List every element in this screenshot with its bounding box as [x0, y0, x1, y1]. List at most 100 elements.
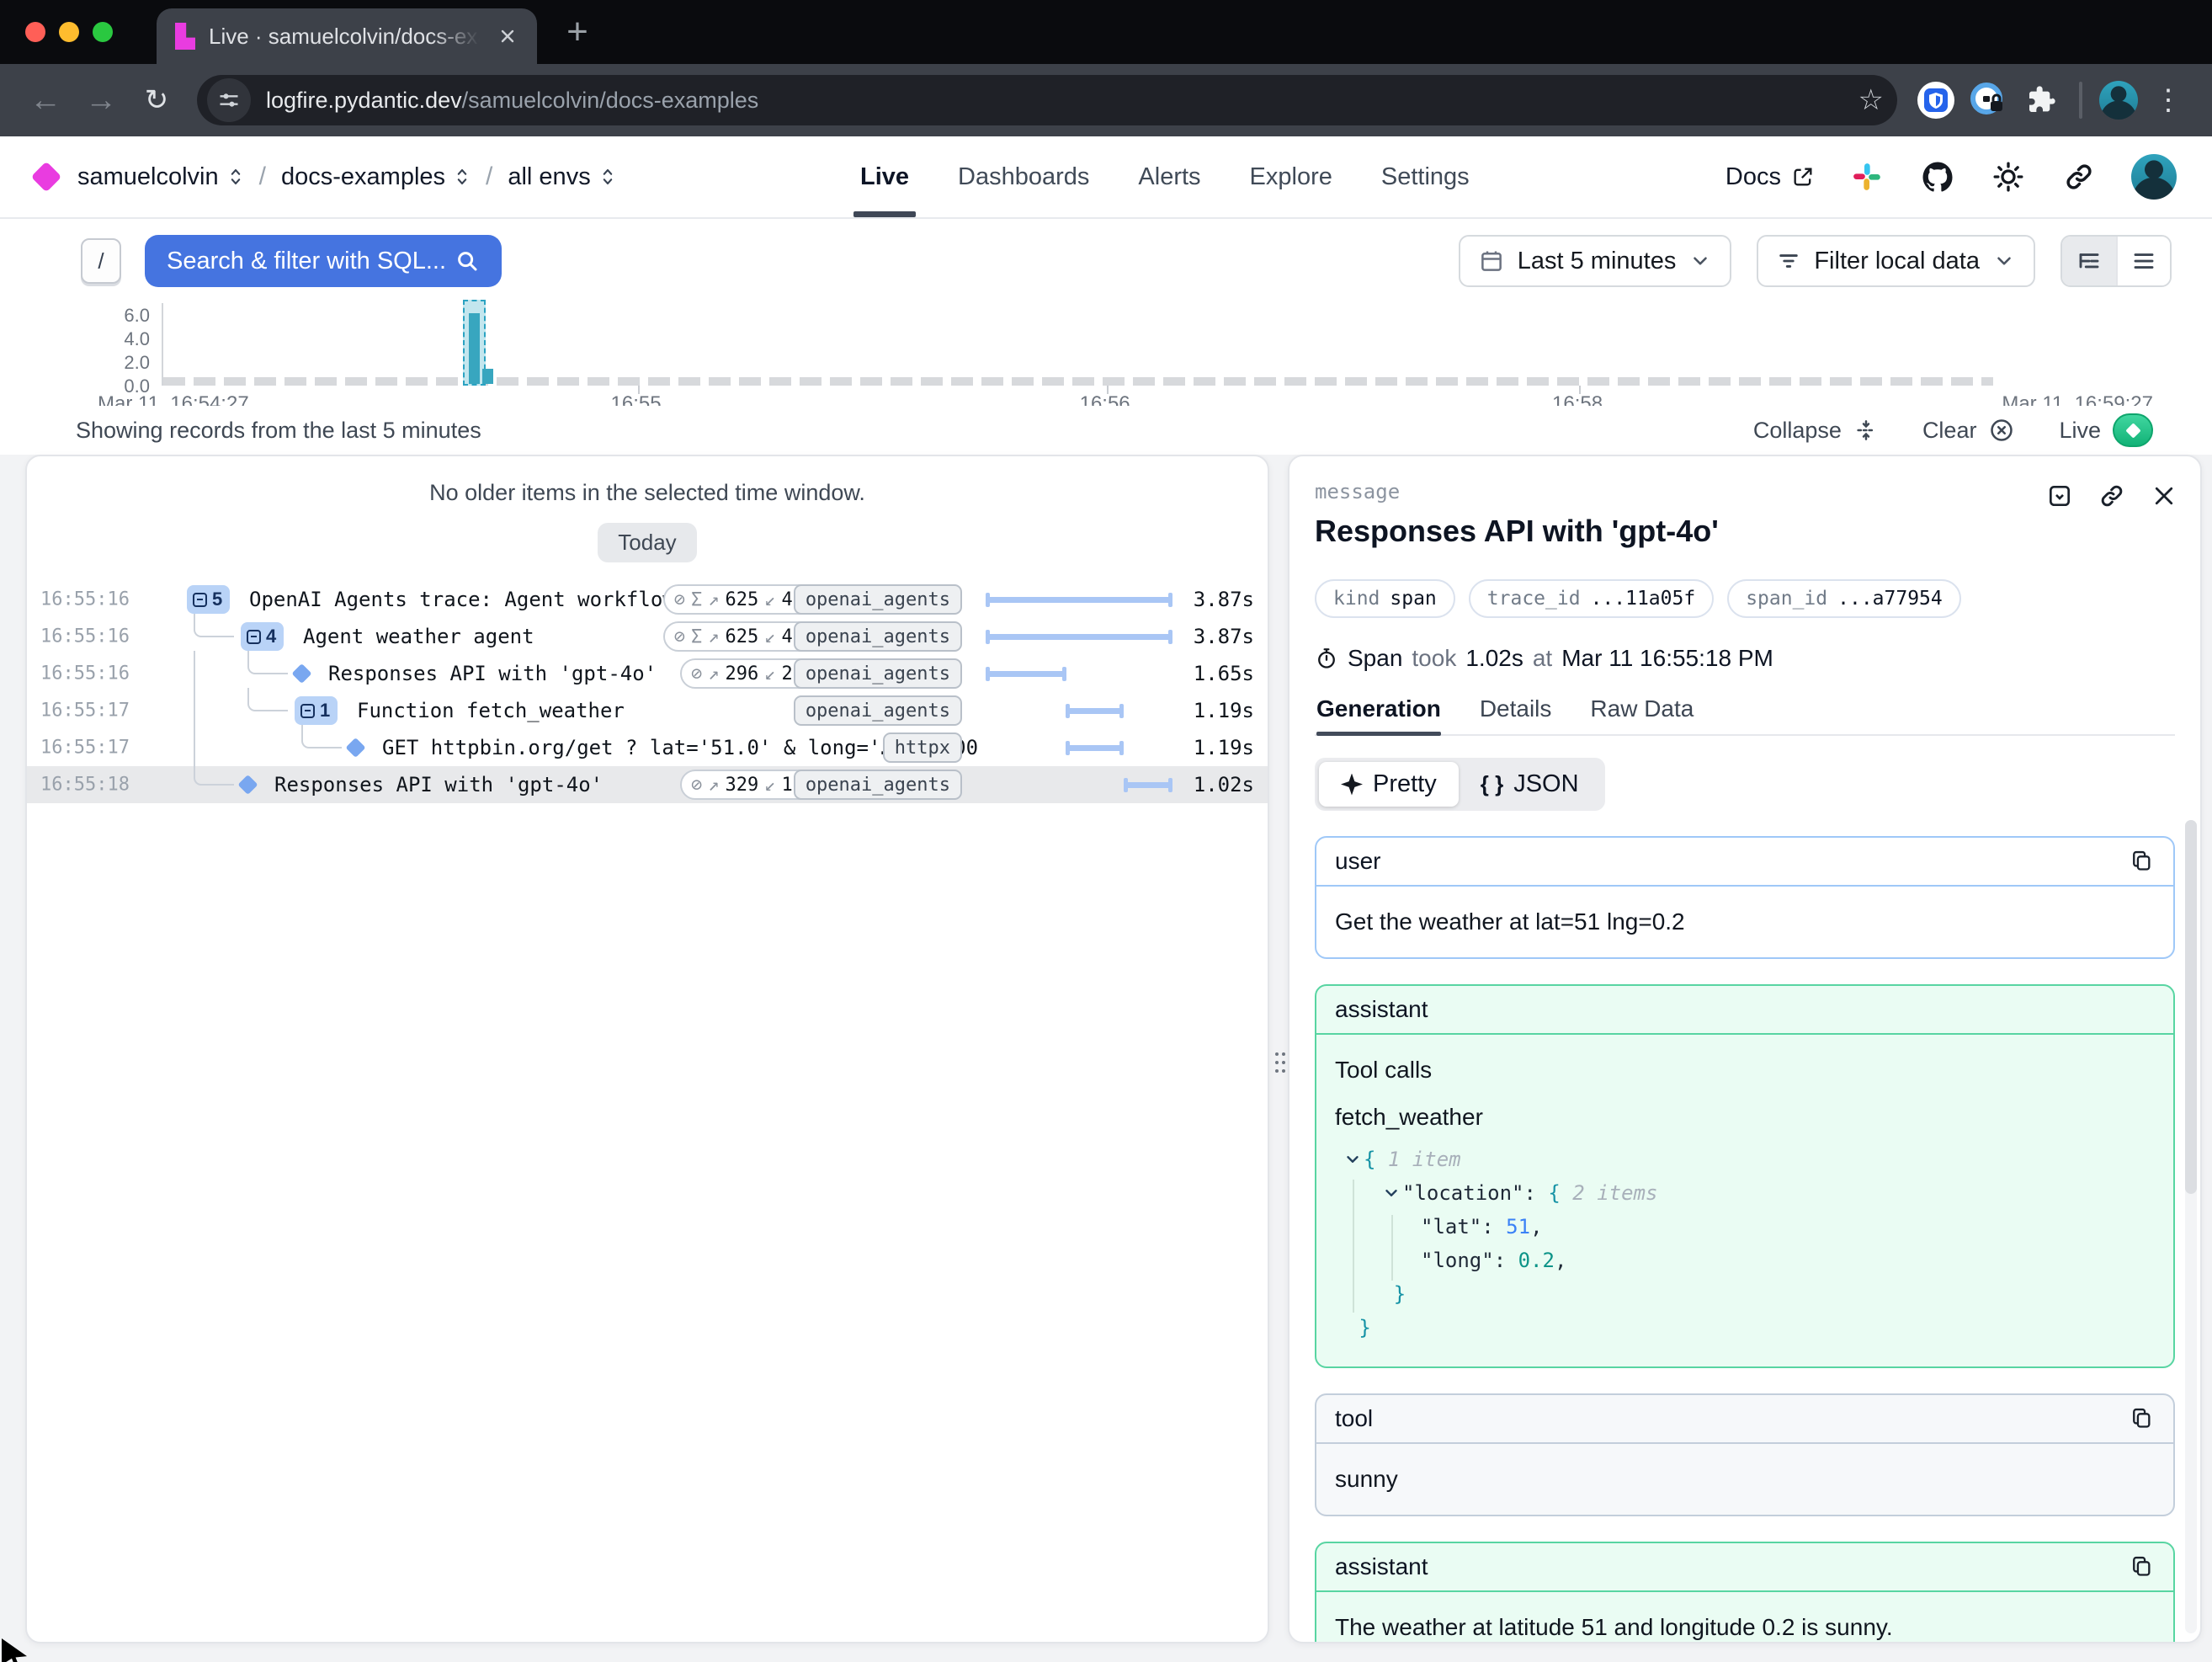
- expand-chevron-icon[interactable]: [1382, 1184, 1402, 1202]
- collapse-chip[interactable]: 4: [241, 622, 284, 651]
- url-bar[interactable]: logfire.pydantic.dev/samuelcolvin/docs-e…: [197, 75, 1897, 125]
- nav-tab-live[interactable]: Live: [860, 136, 909, 217]
- copy-icon[interactable]: [2130, 1406, 2155, 1431]
- copy-icon[interactable]: [2130, 1554, 2155, 1579]
- nav-tab-alerts[interactable]: Alerts: [1138, 136, 1200, 217]
- breadcrumb-segment-docs-examples[interactable]: docs-examples: [281, 163, 471, 191]
- time-range-dropdown[interactable]: Last 5 minutes: [1459, 235, 1732, 287]
- detail-pill-kind[interactable]: kindspan: [1315, 579, 1455, 618]
- trace-row[interactable]: 16:55:165OpenAI Agents trace: Agent work…: [27, 581, 1268, 618]
- live-toggle[interactable]: Live: [2059, 413, 2153, 447]
- expand-chevron-icon[interactable]: [1343, 1150, 1364, 1169]
- message-text: The weather at latitude 51 and longitude…: [1335, 1614, 2155, 1641]
- bitwarden-extension-icon[interactable]: [1914, 78, 1958, 122]
- nav-tab-dashboards[interactable]: Dashboards: [958, 136, 1089, 217]
- site-settings-icon[interactable]: [207, 78, 251, 122]
- tree-view-toggle[interactable]: [2062, 237, 2116, 285]
- forward-icon[interactable]: →: [77, 77, 125, 124]
- detail-tab-raw-data[interactable]: Raw Data: [1590, 695, 1694, 734]
- trace-row[interactable]: 16:55:164Agent weather agent⊘Σ↗625↙40ope…: [27, 618, 1268, 655]
- reload-icon[interactable]: ↻: [133, 77, 180, 124]
- collapse-chip[interactable]: 5: [187, 585, 230, 614]
- toggle-pretty[interactable]: Pretty: [1319, 762, 1459, 807]
- toggle-json[interactable]: { }JSON: [1459, 762, 1601, 807]
- child-count-chip[interactable]: 1: [295, 696, 338, 725]
- docs-link[interactable]: Docs: [1725, 163, 1815, 191]
- child-count: 4: [266, 626, 276, 647]
- message-content: The weather at latitude 51 and longitude…: [1316, 1592, 2173, 1643]
- theme-sun-icon[interactable]: [1990, 158, 2027, 195]
- message-role: assistant: [1335, 996, 1428, 1023]
- url-text[interactable]: logfire.pydantic.dev/samuelcolvin/docs-e…: [266, 88, 758, 114]
- child-count-chip[interactable]: 4: [241, 622, 284, 651]
- browser-profile-avatar[interactable]: [2099, 81, 2138, 120]
- browser-menu-icon[interactable]: ⋮: [2146, 78, 2190, 122]
- user-avatar[interactable]: [2131, 154, 2177, 200]
- copy-link-icon[interactable]: [2098, 482, 2126, 510]
- detail-tab-details[interactable]: Details: [1480, 695, 1552, 734]
- close-detail-icon[interactable]: [2150, 482, 2178, 510]
- share-link-icon[interactable]: [2060, 158, 2098, 195]
- duration-bar: [1125, 782, 1172, 788]
- detail-tab-generation[interactable]: Generation: [1316, 695, 1441, 734]
- activity-timeline-chart[interactable]: 6.04.02.00.0 Mar 11. 16:54:2716:5516:561…: [0, 303, 2212, 423]
- window-minimize-button[interactable]: [59, 22, 79, 42]
- chevron-down-icon: [1689, 250, 1711, 272]
- breadcrumb-segment-all-envs[interactable]: all envs: [508, 163, 615, 191]
- filter-local-data-dropdown[interactable]: Filter local data: [1757, 235, 2035, 287]
- list-view-toggle[interactable]: [2116, 237, 2170, 285]
- collapse-chip[interactable]: 1: [295, 696, 338, 725]
- window-zoom-button[interactable]: [93, 22, 113, 42]
- nav-tab-settings[interactable]: Settings: [1381, 136, 1470, 217]
- json-token: :: [1524, 1176, 1549, 1210]
- search-button[interactable]: Search & filter with SQL...: [145, 235, 502, 287]
- browser-tab[interactable]: Live · samuelcolvin/docs-exa: [157, 8, 537, 64]
- extensions-puzzle-icon[interactable]: [2018, 78, 2062, 122]
- child-count: 5: [212, 589, 222, 610]
- tab-close-icon[interactable]: [493, 22, 522, 51]
- message-card-header: assistant: [1316, 986, 2173, 1035]
- json-token: 51: [1506, 1210, 1530, 1244]
- collapse-minus-icon: [300, 704, 315, 718]
- timeline-bar[interactable]: [482, 369, 493, 384]
- back-icon[interactable]: ←: [22, 77, 69, 124]
- child-count-chip[interactable]: 5: [187, 585, 230, 614]
- message-content: Tool callsfetch_weather{ 1 item"location…: [1316, 1035, 2173, 1366]
- json-token: :: [1481, 1210, 1506, 1244]
- password-lock-extension-icon[interactable]: [1966, 78, 2010, 122]
- new-tab-button[interactable]: +: [557, 12, 598, 52]
- message-card-assistant: assistant Tool callsfetch_weather{ 1 item…: [1315, 984, 2175, 1368]
- window-controls[interactable]: [25, 22, 113, 42]
- window-close-button[interactable]: [25, 22, 45, 42]
- filter-toolbar: / Search & filter with SQL... Last 5 min…: [0, 219, 2212, 303]
- today-chip[interactable]: Today: [598, 523, 696, 562]
- token-usage-badge: ⊘Σ↗625↙40: [663, 621, 815, 652]
- save-view-icon[interactable]: [2045, 482, 2074, 510]
- collapse-button[interactable]: Collapse: [1753, 418, 1879, 444]
- detail-scrollbar[interactable]: [2185, 820, 2197, 1633]
- scrollbar-thumb[interactable]: [2185, 820, 2197, 1194]
- breadcrumb-separator: /: [259, 162, 266, 191]
- input-tokens-count: 625: [726, 589, 759, 610]
- detail-pill-trace_id[interactable]: trace_id...11a05f: [1469, 579, 1714, 618]
- span-summary-word: took: [1412, 645, 1456, 672]
- copy-icon[interactable]: [2130, 849, 2155, 874]
- slack-icon[interactable]: [1848, 158, 1885, 195]
- token-circle-icon: ⊘: [691, 663, 702, 685]
- timeline-bar[interactable]: [469, 313, 480, 384]
- pill-key: trace_id: [1487, 588, 1581, 610]
- json-token: ,: [1555, 1244, 1566, 1277]
- token-usage-badge: ⊘Σ↗625↙40: [663, 584, 815, 615]
- message-content: sunny: [1316, 1444, 2173, 1515]
- bookmark-star-icon[interactable]: ☆: [1858, 83, 1884, 117]
- detail-pill-span_id[interactable]: span_id...a77954: [1727, 579, 1961, 618]
- clear-button[interactable]: Clear: [1922, 417, 2016, 444]
- github-icon[interactable]: [1919, 158, 1956, 195]
- json-token: :: [1494, 1244, 1518, 1277]
- breadcrumb-segment-samuelcolvin[interactable]: samuelcolvin: [77, 163, 244, 191]
- trace-row[interactable]: 16:55:18Responses API with 'gpt-4o'⊘↗329…: [27, 766, 1268, 803]
- nav-tab-explore[interactable]: Explore: [1250, 136, 1332, 217]
- panel-resize-handle[interactable]: [1268, 1037, 1286, 1071]
- timeline-baseline: [163, 377, 1993, 386]
- trace-row-time: 16:55:18: [40, 775, 130, 796]
